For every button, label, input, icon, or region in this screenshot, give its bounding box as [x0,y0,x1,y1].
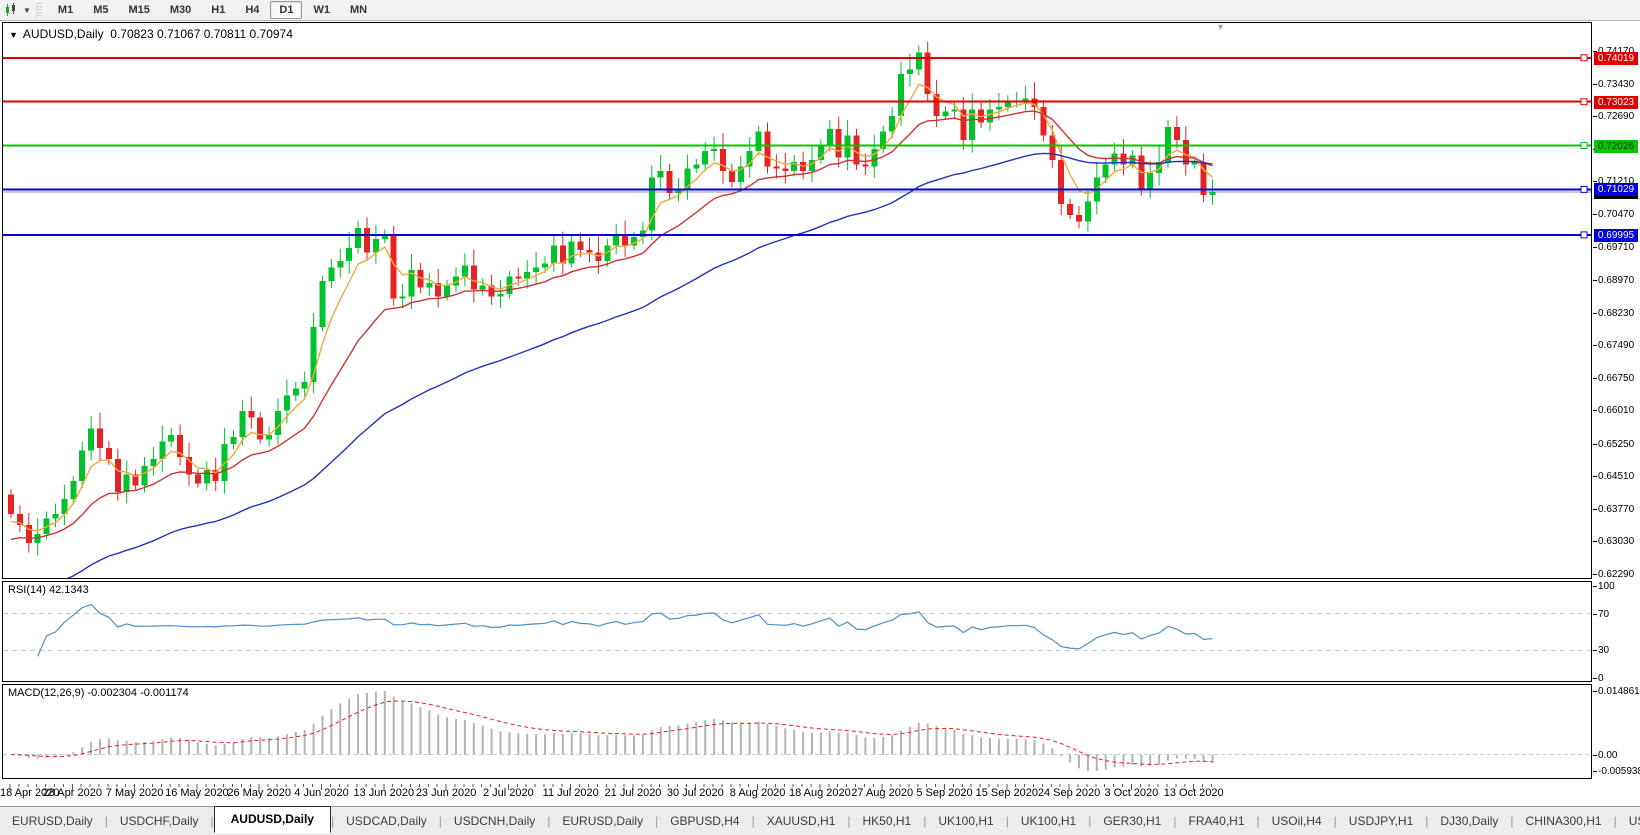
chart-tab-bar: EURUSD,Daily | USDCHF,Daily | AUDUSD,Daily | U… [0,806,1640,835]
line-handle[interactable] [1580,54,1588,62]
tab-china300-h1[interactable]: CHINA300,H1 [1514,810,1614,832]
price-axis-tick: 0.63030 [1593,535,1640,548]
timeframe-button-w1[interactable]: W1 [304,1,339,19]
macd-indicator-panel[interactable]: MACD(12,26,9) -0.002304 -0.001174 [2,684,1592,779]
line-handle[interactable] [1580,98,1588,106]
timeframe-button-d1[interactable]: D1 [270,1,303,19]
price-axis-tick: 0.69710 [1593,241,1640,254]
tab-usoil-h4[interactable]: USOil,H4 [1260,810,1334,832]
tab-usdcad-daily[interactable]: USDCAD,Daily [334,810,439,832]
level-price-label: 0.74019 [1594,51,1638,65]
timeframe-toolbar: ▼ M1 M5 M15 M30 H1 H4 D1 W1 MN [0,0,1640,21]
price-axis-tick: 0.66010 [1593,404,1640,417]
indicator-icon[interactable] [4,3,20,17]
rsi-axis-tick: 70 [1593,608,1640,621]
tab-eurusd-daily[interactable]: EURUSD,Daily [550,810,655,832]
moving-average-line-2 [66,152,1213,578]
line-handle[interactable] [1580,185,1588,193]
price-axis-tick: 0.70470 [1593,208,1640,221]
price-axis-tick: 0.72690 [1593,110,1640,123]
ohlc-values: 0.70823 0.71067 0.70811 0.70974 [110,27,293,41]
price-axis-tick: 0.65250 [1593,438,1640,451]
moving-average-line-1 [10,110,1213,541]
chart-shift-marker-icon[interactable]: ▼ [1216,22,1225,32]
date-axis-label: 13 Oct 2020 [1163,787,1224,799]
macd-histogram [18,691,1214,771]
tab-uk100-h1[interactable]: UK100,H1 [1009,810,1088,832]
price-axis-tick: 0.66750 [1593,372,1640,385]
price-axis-tick: 0.73430 [1593,78,1640,91]
level-price-label: 0.71029 [1594,183,1638,197]
line-handle[interactable] [1580,231,1588,239]
chart-title: ▼ AUDUSD,Daily 0.70823 0.71067 0.70811 0.… [9,27,293,41]
symbol-label: AUDUSD,Daily [22,27,104,41]
price-axis-tick: 0.67490 [1593,339,1640,352]
tab-uk100-h1[interactable]: UK100,H1 [926,810,1005,832]
tab-eurusd-daily[interactable]: EURUSD,Daily [0,810,105,832]
price-axis-tick: 0.64510 [1593,470,1640,483]
toolbar-drag-handle[interactable] [35,3,42,17]
price-axis-tick: 0.68970 [1593,274,1640,287]
timeframe-button-m1[interactable]: M1 [49,1,82,19]
rsi-axis-tick: 100 [1593,580,1640,593]
timeframe-button-m15[interactable]: M15 [119,1,158,19]
tab-ger30-h1[interactable]: GER30,H1 [1091,810,1173,832]
tab-fra40-h1[interactable]: FRA40,H1 [1176,810,1256,832]
macd-axis-tick: -0.005938 [1593,765,1640,778]
symbol-dropdown-icon[interactable]: ▼ [9,30,18,40]
timeframe-button-h4[interactable]: H4 [236,1,268,19]
date-axis: 18 Apr 2020 28 Apr 2020 7 May 2020 16 May 2… [0,779,1592,805]
timeframe-buttons: M1 M5 M15 M30 H1 H4 D1 W1 MN [48,1,377,19]
timeframe-button-m5[interactable]: M5 [84,1,117,19]
tab-usdcnh-daily[interactable]: USDCNH,Daily [442,810,547,832]
level-price-label: 0.69995 [1594,228,1638,242]
timeframe-button-mn[interactable]: MN [341,1,376,19]
chevron-down-icon[interactable]: ▼ [23,6,31,15]
tab-audusd-daily[interactable]: AUDUSD,Daily [213,806,331,833]
tab-hk50-h1[interactable]: HK50,H1 [851,810,924,832]
macd-label: MACD(12,26,9) -0.002304 -0.001174 [8,687,189,699]
rsi-axis-tick: 30 [1593,644,1640,657]
rsi-axis-tick: 0 [1593,672,1640,685]
tab-xauusd-h1[interactable]: XAUUSD,H1 [755,810,848,832]
level-price-label: 0.73023 [1594,95,1638,109]
rsi-label: RSI(14) 42.1343 [8,584,89,596]
tab-usoil-h1[interactable]: USOil,H1 [1617,810,1640,832]
price-chart-panel[interactable]: ▼ AUDUSD,Daily 0.70823 0.71067 0.70811 0.… [2,22,1592,579]
tab-usdjpy-h1[interactable]: USDJPY,H1 [1337,810,1425,832]
price-axis-tick: 0.63770 [1593,503,1640,516]
macd-axis-tick: 0.00 [1593,749,1640,762]
tab-dj30-daily[interactable]: DJ30,Daily [1428,810,1510,832]
line-handle[interactable] [1580,142,1588,149]
rsi-line [37,603,1213,657]
rsi-indicator-panel[interactable]: RSI(14) 42.1343 [2,581,1592,682]
macd-axis-tick: 0.014861 [1593,685,1640,698]
level-price-label: 0.72026 [1594,139,1638,153]
timeframe-button-m30[interactable]: M30 [161,1,200,19]
candles [8,41,1216,556]
price-axis: 0.741700.734300.726900.719500.712100.704… [1592,22,1640,779]
price-axis-tick: 0.68230 [1593,307,1640,320]
timeframe-button-h1[interactable]: H1 [202,1,234,19]
tab-usdchf-daily[interactable]: USDCHF,Daily [108,810,211,832]
tab-gbpusd-h4[interactable]: GBPUSD,H4 [658,810,751,832]
